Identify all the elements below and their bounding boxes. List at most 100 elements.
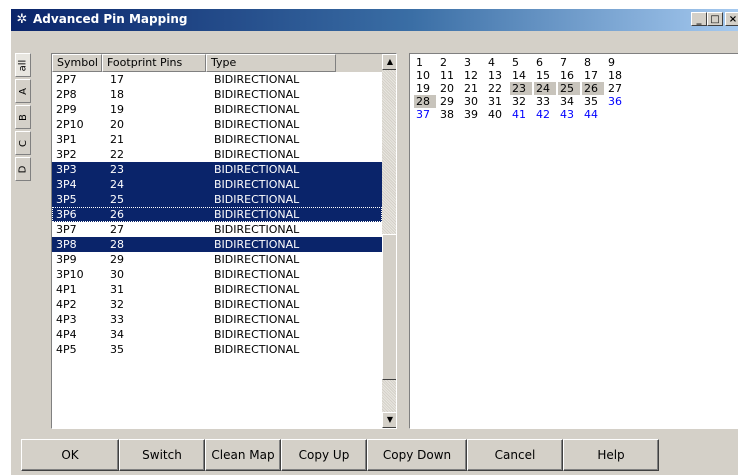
footprint-pin[interactable]: 22 (486, 82, 508, 95)
vertical-scrollbar[interactable]: ▲ ▼ (382, 54, 396, 428)
tab-d[interactable]: D (15, 157, 31, 181)
footprint-pin[interactable]: 3 (462, 56, 484, 69)
footprint-pin[interactable]: 26 (582, 82, 604, 95)
ok-button[interactable]: OK (21, 439, 119, 471)
table-row[interactable]: 2P8 18 BIDIRECTIONAL (52, 87, 382, 102)
symbol-pin-cell: 3P1 (56, 133, 77, 146)
help-button[interactable]: Help (563, 439, 659, 471)
table-row[interactable]: 2P9 19 BIDIRECTIONAL (52, 102, 382, 117)
footprint-pin[interactable]: 41 (510, 108, 532, 121)
footprint-pin[interactable]: 28 (414, 95, 436, 108)
maximize-button[interactable]: □ (707, 12, 723, 26)
footprint-pin[interactable]: 36 (606, 95, 628, 108)
table-row[interactable]: 2P7 17 BIDIRECTIONAL (52, 72, 382, 87)
footprint-pin[interactable]: 27 (606, 82, 628, 95)
footprint-pin[interactable]: 42 (534, 108, 556, 121)
column-header-symbol-pins[interactable]: Symbol Pins (52, 54, 102, 72)
footprint-pin[interactable]: 35 (582, 95, 604, 108)
close-button[interactable]: × (725, 12, 738, 26)
footprint-pin[interactable]: 8 (582, 56, 604, 69)
table-row[interactable]: 4P4 34 BIDIRECTIONAL (52, 327, 382, 342)
column-header-type[interactable]: Type (206, 54, 336, 72)
symbol-pin-cell: 3P9 (56, 253, 77, 266)
footprint-pin[interactable]: 15 (534, 69, 556, 82)
footprint-pin[interactable]: 43 (558, 108, 580, 121)
table-row[interactable]: 4P3 33 BIDIRECTIONAL (52, 312, 382, 327)
tab-b[interactable]: B (15, 105, 31, 129)
grid-rows: 2P7 17 BIDIRECTIONAL 2P8 18 BIDIRECTIONAL 2P9 1… (52, 72, 382, 357)
footprint-pin[interactable]: 44 (582, 108, 604, 121)
advanced-pin-mapping-window: ✲ Advanced Pin Mapping _ □ × all A B C D… (10, 8, 738, 475)
pin-type-cell: BIDIRECTIONAL (214, 193, 300, 206)
table-row[interactable]: 4P5 35 BIDIRECTIONAL (52, 342, 382, 357)
scroll-down-button[interactable]: ▼ (382, 412, 396, 428)
table-row[interactable]: 3P7 27 BIDIRECTIONAL (52, 222, 382, 237)
footprint-pin[interactable]: 7 (558, 56, 580, 69)
footprint-pin[interactable]: 21 (462, 82, 484, 95)
footprint-pin[interactable]: 34 (558, 95, 580, 108)
table-row[interactable]: 3P2 22 BIDIRECTIONAL (52, 147, 382, 162)
footprint-pin[interactable]: 11 (438, 69, 460, 82)
footprint-pin-map: 1 2 3 4 5 6 7 8 9 10 11 12 13 14 15 16 17 18 19 20 21 22 23 24 2… (409, 53, 738, 429)
footprint-pin[interactable]: 1 (414, 56, 436, 69)
table-row[interactable]: 3P9 29 BIDIRECTIONAL (52, 252, 382, 267)
footprint-pin[interactable]: 20 (438, 82, 460, 95)
copy-up-button[interactable]: Copy Up (281, 439, 367, 471)
column-header-footprint-pins[interactable]: Footprint Pins (102, 54, 206, 72)
table-row[interactable]: 3P1 21 BIDIRECTIONAL (52, 132, 382, 147)
footprint-pin-cell: 34 (110, 328, 124, 341)
table-row[interactable]: 2P10 20 BIDIRECTIONAL (52, 117, 382, 132)
footprint-pin[interactable]: 37 (414, 108, 436, 121)
footprint-pin[interactable]: 23 (510, 82, 532, 95)
tab-c[interactable]: C (15, 131, 31, 155)
pin-type-cell: BIDIRECTIONAL (214, 268, 300, 281)
footprint-pin[interactable]: 18 (606, 69, 628, 82)
table-row[interactable]: 3P8 28 BIDIRECTIONAL (52, 237, 382, 252)
cancel-button[interactable]: Cancel (467, 439, 563, 471)
minimize-button[interactable]: _ (691, 12, 707, 26)
footprint-pin[interactable]: 14 (510, 69, 532, 82)
footprint-pin[interactable]: 17 (582, 69, 604, 82)
table-row[interactable]: 3P6 26 BIDIRECTIONAL (52, 207, 382, 222)
footprint-pin[interactable]: 13 (486, 69, 508, 82)
footprint-pin[interactable]: 40 (486, 108, 508, 121)
symbol-pin-cell: 3P5 (56, 193, 77, 206)
footprint-pin[interactable]: 25 (558, 82, 580, 95)
footprint-pin[interactable]: 12 (462, 69, 484, 82)
symbol-pin-cell: 3P3 (56, 163, 77, 176)
footprint-pin[interactable]: 16 (558, 69, 580, 82)
footprint-pin[interactable]: 30 (462, 95, 484, 108)
app-icon: ✲ (16, 12, 28, 27)
footprint-pin[interactable]: 19 (414, 82, 436, 95)
footprint-pin[interactable]: 32 (510, 95, 532, 108)
footprint-pin[interactable]: 5 (510, 56, 532, 69)
table-row[interactable]: 3P10 30 BIDIRECTIONAL (52, 267, 382, 282)
footprint-pin[interactable]: 24 (534, 82, 556, 95)
footprint-pin[interactable]: 31 (486, 95, 508, 108)
footprint-pin[interactable]: 9 (606, 56, 628, 69)
footprint-pin[interactable]: 39 (462, 108, 484, 121)
footprint-pin[interactable]: 4 (486, 56, 508, 69)
table-row[interactable]: 4P2 32 BIDIRECTIONAL (52, 297, 382, 312)
symbol-pin-cell: 4P3 (56, 313, 77, 326)
scroll-thumb[interactable] (382, 234, 396, 380)
switch-button[interactable]: Switch (119, 439, 205, 471)
footprint-pin[interactable]: 33 (534, 95, 556, 108)
table-row[interactable]: 4P1 31 BIDIRECTIONAL (52, 282, 382, 297)
pin-type-cell: BIDIRECTIONAL (214, 328, 300, 341)
footprint-pin[interactable]: 29 (438, 95, 460, 108)
footprint-pin[interactable]: 10 (414, 69, 436, 82)
table-row[interactable]: 3P5 25 BIDIRECTIONAL (52, 192, 382, 207)
tab-a[interactable]: A (15, 79, 31, 103)
pin-grid[interactable]: Symbol Pins Footprint Pins Type 2P7 17 BID… (51, 53, 397, 429)
clean-map-button[interactable]: Clean Map (205, 439, 281, 471)
copy-down-button[interactable]: Copy Down (367, 439, 467, 471)
tab-all[interactable]: all (15, 53, 31, 77)
table-row[interactable]: 3P3 23 BIDIRECTIONAL (52, 162, 382, 177)
footprint-pin[interactable]: 6 (534, 56, 556, 69)
table-row[interactable]: 3P4 24 BIDIRECTIONAL (52, 177, 382, 192)
scroll-up-button[interactable]: ▲ (382, 54, 396, 70)
footprint-pin[interactable]: 38 (438, 108, 460, 121)
footprint-pin-cell: 18 (110, 88, 124, 101)
footprint-pin[interactable]: 2 (438, 56, 460, 69)
